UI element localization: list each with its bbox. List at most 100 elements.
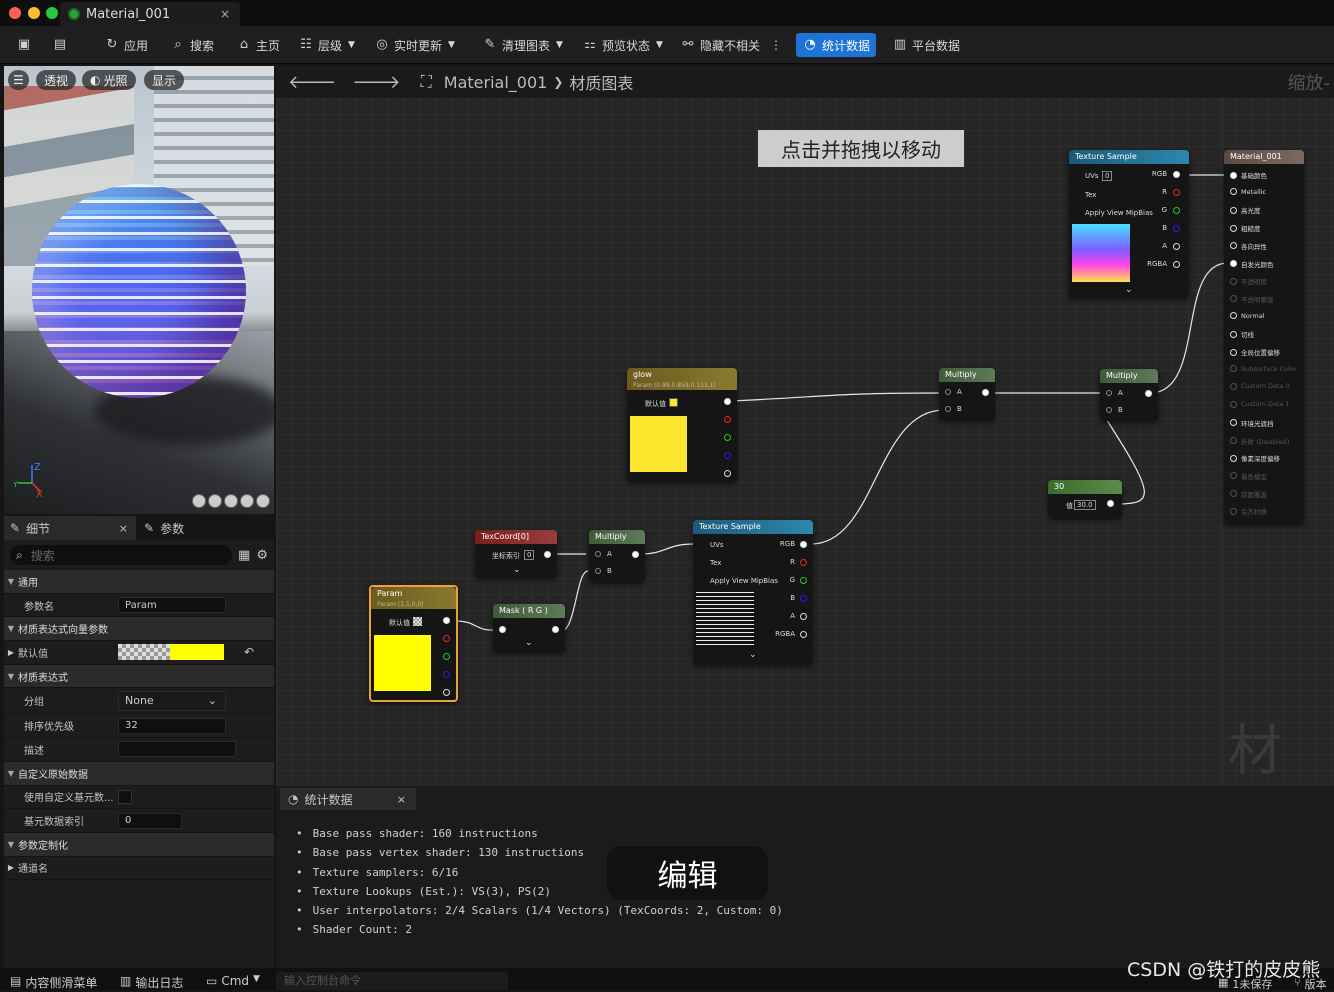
chevron-down-icon[interactable]: ⌄ xyxy=(525,638,533,648)
pin-b-input[interactable] xyxy=(945,406,951,412)
pin-r[interactable] xyxy=(443,635,450,642)
pin-rgb[interactable] xyxy=(1173,171,1180,178)
pin-uvs-value[interactable]: 0 xyxy=(1102,171,1113,181)
live-update-button[interactable]: ◎ 实时更新 ▼ xyxy=(374,34,455,56)
pin-r[interactable] xyxy=(800,559,807,566)
material-input-pin[interactable] xyxy=(1230,260,1237,267)
teapot-icon[interactable] xyxy=(256,494,270,508)
pin-b-input[interactable] xyxy=(1106,407,1112,413)
section-vector-params[interactable]: ▼ 材质表达式向量参数 xyxy=(4,617,274,642)
material-pin-row[interactable]: Custom Data 1 xyxy=(1230,400,1290,408)
stats-button[interactable]: ◔ 统计数据 xyxy=(796,33,877,57)
pin-a-input[interactable] xyxy=(1106,390,1112,396)
home-button[interactable]: ⌂ 主页 xyxy=(236,34,280,56)
value-field[interactable]: 30.0 xyxy=(1074,500,1096,510)
chevron-right-icon[interactable]: ▶ xyxy=(4,648,18,657)
pin-b[interactable] xyxy=(443,671,450,678)
pin-g[interactable] xyxy=(800,577,807,584)
pin-b-input[interactable] xyxy=(595,568,601,574)
material-input-pin[interactable] xyxy=(1230,400,1237,408)
material-pin-row[interactable]: 各向异性 xyxy=(1230,241,1267,251)
node-param-selected[interactable]: Param Param (1,1,0,0) 默认值 xyxy=(369,585,458,702)
node-multiply-2[interactable]: Multiply A B xyxy=(1100,369,1158,421)
material-input-pin[interactable] xyxy=(1230,295,1237,303)
material-pin-row[interactable]: 前面覆盖 xyxy=(1230,489,1267,499)
pin-output[interactable] xyxy=(1145,390,1152,397)
tab-details[interactable]: ✎ 细节 × xyxy=(4,516,136,540)
use-custom-prim-checkbox[interactable] xyxy=(118,789,132,804)
pin-input[interactable] xyxy=(499,626,506,633)
section-general[interactable]: ▼ 通用 xyxy=(4,570,274,594)
material-pin-row[interactable]: 粗糙度 xyxy=(1230,223,1261,233)
pin-rgb[interactable] xyxy=(800,541,807,548)
reset-icon[interactable]: ↶ xyxy=(244,645,254,659)
material-pin-row[interactable]: 不透明度 xyxy=(1230,276,1267,286)
content-drawer-button[interactable]: ▤ 内容侧滑菜单 xyxy=(10,974,97,991)
browse-button[interactable]: ▤ xyxy=(52,34,68,56)
color-chip[interactable] xyxy=(413,617,422,626)
pin-b[interactable] xyxy=(800,595,807,602)
material-pin-row[interactable]: 基础颜色 xyxy=(1230,170,1267,180)
section-param-custom[interactable]: ▼ 参数定制化 xyxy=(4,832,274,857)
material-graph[interactable]: 🡐 🡒 ⛶ Material_001 ❯ 材质图表 缩放- 点击并拖拽以移动 材… xyxy=(276,66,1334,786)
pin-output[interactable] xyxy=(443,617,450,624)
material-input-pin[interactable] xyxy=(1230,507,1237,515)
pin-output[interactable] xyxy=(724,398,731,405)
section-material-expr[interactable]: ▼ 材质表达式 xyxy=(4,664,274,689)
pin-a-input[interactable] xyxy=(945,389,951,395)
material-pin-row[interactable]: 后方材质 xyxy=(1230,506,1267,516)
section-custom-prim[interactable]: ▼ 自定义原始数据 xyxy=(4,761,274,786)
material-input-pin[interactable] xyxy=(1230,437,1237,444)
channel-names-row[interactable]: ▶ 通道名 xyxy=(4,857,274,881)
material-pin-row[interactable]: Metallic xyxy=(1230,188,1266,196)
grid-view-icon[interactable]: ▦ xyxy=(238,548,250,563)
material-input-pin[interactable] xyxy=(1230,454,1237,462)
node-texture-sample-mid[interactable]: Texture Sample UVs Tex Apply View MipBia… xyxy=(693,520,813,664)
lighting-button[interactable]: ◐ 光照 xyxy=(82,70,136,90)
preview-state-button[interactable]: ⚏ 预览状态 ▼ xyxy=(582,34,663,56)
pin-r[interactable] xyxy=(724,416,731,423)
material-pin-row[interactable]: Custom Data 0 xyxy=(1230,382,1290,390)
pin-g[interactable] xyxy=(724,434,731,441)
plane-icon[interactable] xyxy=(224,494,238,508)
node-multiply-3[interactable]: Multiply A B xyxy=(589,530,645,582)
material-input-pin[interactable] xyxy=(1230,242,1237,250)
pin-a[interactable] xyxy=(800,613,807,620)
prim-index-field[interactable]: 0 xyxy=(118,812,182,829)
hierarchy-button[interactable]: ☷ 层级 ▼ xyxy=(298,34,355,56)
pin-b[interactable] xyxy=(1173,225,1180,232)
more-options-button[interactable]: ⋮ xyxy=(770,34,782,56)
tab-close-icon[interactable]: × xyxy=(220,7,230,21)
zoom-window-button[interactable] xyxy=(46,7,58,19)
node-multiply-1[interactable]: Multiply A B xyxy=(939,368,995,420)
pin-b[interactable] xyxy=(724,452,731,459)
output-log-button[interactable]: ▥ 输出日志 xyxy=(120,974,183,991)
pin-rgba[interactable] xyxy=(1173,261,1180,268)
search-button[interactable]: ⌕ 搜索 xyxy=(170,34,214,56)
sphere-icon[interactable] xyxy=(208,494,222,508)
sort-priority-field[interactable]: 32 xyxy=(118,717,226,734)
pin-a[interactable] xyxy=(443,689,450,696)
node-glow[interactable]: glow Param (0.99,0.859,0.111,1) 默认值 xyxy=(627,368,737,482)
param-name-field[interactable]: Param xyxy=(118,597,226,614)
apply-button[interactable]: ↻ 应用 xyxy=(104,34,148,56)
material-pin-row[interactable]: 不透明蒙版 xyxy=(1230,294,1274,304)
material-input-pin[interactable] xyxy=(1230,330,1237,338)
material-pin-row[interactable]: 环境光遮挡 xyxy=(1230,418,1274,428)
hide-unrelated-button[interactable]: ⚯ 隐藏不相关 xyxy=(680,34,760,56)
node-constant-30[interactable]: 30 值 30.0 xyxy=(1048,480,1122,518)
pin-g[interactable] xyxy=(1173,207,1180,214)
pin-a[interactable] xyxy=(1173,243,1180,250)
material-pin-row[interactable]: 切线 xyxy=(1230,329,1254,339)
material-pin-row[interactable]: 像素深度偏移 xyxy=(1230,453,1280,463)
minimize-window-button[interactable] xyxy=(28,7,40,19)
material-pin-row[interactable]: 高光度 xyxy=(1230,205,1261,215)
material-input-pin[interactable] xyxy=(1230,312,1237,320)
material-input-pin[interactable] xyxy=(1230,419,1237,427)
tab-close-icon[interactable]: × xyxy=(397,793,406,806)
material-input-pin[interactable] xyxy=(1230,277,1237,285)
node-mask[interactable]: Mask ( R G ) ⌄ xyxy=(493,604,565,652)
description-field[interactable] xyxy=(118,741,236,758)
chevron-down-icon[interactable]: ⌄ xyxy=(513,565,521,575)
material-input-pin[interactable] xyxy=(1230,171,1237,179)
